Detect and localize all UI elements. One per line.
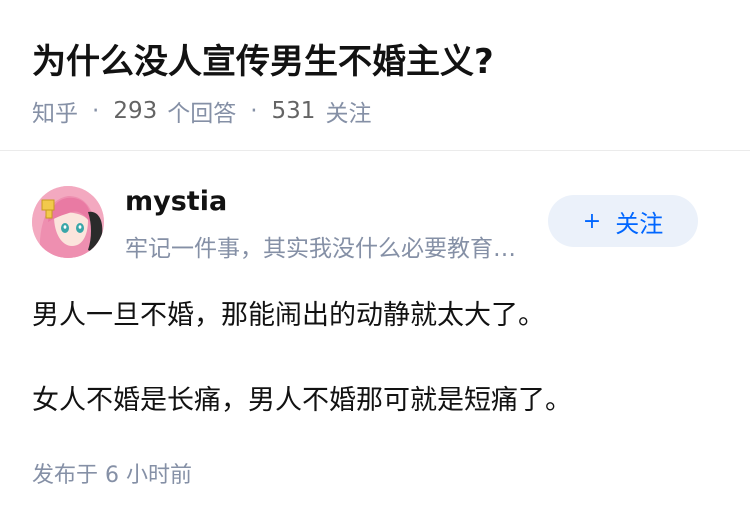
follower-count-label: 关注 (325, 101, 372, 127)
question-title[interactable]: 为什么没人宣传男生不婚主义? (32, 34, 494, 83)
answer-paragraph: 女人不婚是长痛，男人不婚那可就是短痛了。 (32, 385, 572, 416)
source-label: 知乎 (32, 101, 78, 127)
question-meta: 知乎 · 293 个回答 · 531 关注 (32, 94, 371, 128)
separator-dot: · (92, 98, 100, 124)
answer-count: 293 (113, 98, 158, 124)
follower-count: 531 (271, 98, 316, 124)
plus-icon: + (582, 208, 602, 234)
author-bio: 牢记一件事，其实我没什么必要教育你们…… (125, 236, 535, 262)
divider (0, 150, 750, 151)
answer-count-label: 个回答 (167, 101, 237, 127)
separator-dot: · (250, 98, 258, 124)
follow-label: 关注 (615, 209, 664, 238)
follow-button[interactable]: + 关注 (548, 195, 698, 247)
answer-paragraph: 男人一旦不婚，那能闹出的动静就太大了。 (32, 300, 545, 331)
publish-time: 发布于 6 小时前 (32, 463, 192, 488)
avatar[interactable] (32, 186, 104, 258)
author-name[interactable]: mystia (125, 186, 227, 217)
avatar-image (32, 186, 104, 258)
